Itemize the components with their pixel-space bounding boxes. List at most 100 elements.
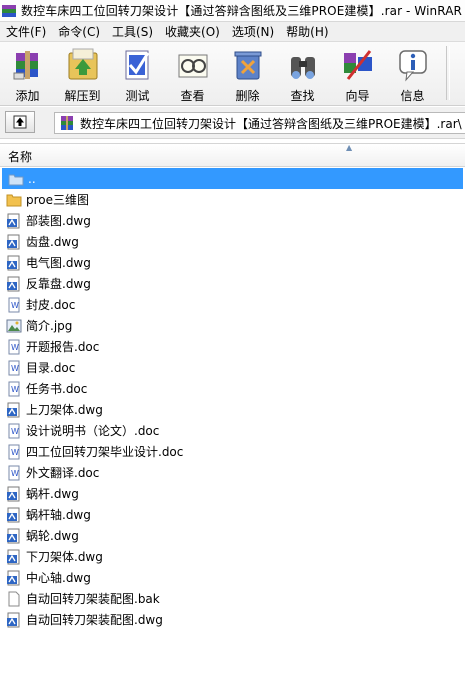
view-label: 查看 (180, 89, 205, 103)
menu-file[interactable]: 文件(F) (0, 23, 52, 40)
file-name: 反靠盘.dwg (26, 277, 91, 291)
doc-file-icon: W (8, 465, 20, 480)
bak-file-icon (8, 591, 20, 606)
delete-button[interactable]: 删除 (220, 42, 275, 104)
file-row[interactable]: W 四工位回转刀架毕业设计.doc (0, 441, 465, 462)
toolbar: 添加 解压到 测试 查看 删除 查找 向导 信息 (0, 42, 465, 106)
info-icon (398, 50, 427, 82)
file-name: proe三维图 (26, 193, 90, 207)
file-row[interactable]: 中心轴.dwg (0, 567, 465, 588)
jpg-file-icon (6, 319, 22, 332)
wizard-icon (343, 50, 372, 80)
file-name: 自动回转刀架装配图.dwg (26, 613, 163, 627)
up-arrow-icon (13, 115, 27, 129)
file-name: 蜗杆.dwg (26, 487, 79, 501)
menu-tools[interactable]: 工具(S) (106, 23, 159, 40)
winrar-app-icon[interactable] (1, 3, 17, 19)
file-row[interactable]: 反靠盘.dwg (0, 273, 465, 294)
add-button[interactable]: 添加 (0, 42, 55, 104)
toolbar-separator (446, 46, 450, 100)
svg-text:W: W (11, 469, 19, 478)
file-name: 部装图.dwg (26, 214, 91, 228)
file-row[interactable]: 齿盘.dwg (0, 231, 465, 252)
doc-file-icon: W (8, 444, 20, 459)
menu-options[interactable]: 选项(N) (226, 23, 280, 40)
menu-help[interactable]: 帮助(H) (280, 23, 334, 40)
svg-text:W: W (11, 448, 19, 457)
test-button[interactable]: 测试 (110, 42, 165, 104)
file-name: 任务书.doc (26, 382, 88, 396)
title-bar[interactable]: 数控车床四工位回转刀架设计【通过答辩含图纸及三维PROE建模】.rar - Wi… (0, 0, 465, 22)
doc-file-icon: W (8, 381, 20, 396)
dwg-file-icon (7, 486, 20, 501)
file-row[interactable]: W 任务书.doc (0, 378, 465, 399)
dwg-file-icon (7, 507, 20, 522)
file-row[interactable]: 上刀架体.dwg (0, 399, 465, 420)
file-row[interactable]: 蜗杆轴.dwg (0, 504, 465, 525)
file-row[interactable]: 自动回转刀架装配图.bak (0, 588, 465, 609)
file-name: 四工位回转刀架毕业设计.doc (26, 445, 184, 459)
dwg-file-icon (7, 213, 20, 228)
wizard-label: 向导 (345, 89, 370, 103)
up-folder-button[interactable] (5, 111, 35, 133)
file-name: 蜗轮.dwg (26, 529, 79, 543)
extract-to-button[interactable]: 解压到 (55, 42, 110, 104)
dwg-file-icon (7, 528, 20, 543)
file-row[interactable]: 自动回转刀架装配图.dwg (0, 609, 465, 630)
file-row[interactable]: W 外文翻译.doc (0, 462, 465, 483)
find-icon (290, 57, 315, 79)
wizard-button[interactable]: 向导 (330, 42, 385, 104)
dwg-file-icon (7, 549, 20, 564)
menu-commands[interactable]: 命令(C) (52, 23, 106, 40)
dwg-file-icon (7, 402, 20, 417)
file-name: 蜗杆轴.dwg (26, 508, 91, 522)
doc-file-icon: W (8, 297, 20, 312)
folder-file-icon (6, 194, 22, 206)
dwg-file-icon (7, 276, 20, 291)
file-name: 封皮.doc (26, 298, 76, 312)
dwg-file-icon (7, 255, 20, 270)
info-button[interactable]: 信息 (385, 42, 440, 104)
doc-file-icon: W (8, 339, 20, 354)
parent-folder-row[interactable]: .. (2, 168, 463, 189)
menu-favorites[interactable]: 收藏夹(O) (159, 23, 226, 40)
file-name: 开题报告.doc (26, 340, 100, 354)
column-header-name[interactable]: 名称 (8, 148, 32, 165)
archive-path: 数控车床四工位回转刀架设计【通过答辩含图纸及三维PROE建模】.rar\ (80, 116, 462, 131)
doc-file-icon: W (8, 423, 20, 438)
file-row[interactable]: W 设计说明书（论文）.doc (0, 420, 465, 441)
column-header-row: 名称 ▲ (0, 143, 465, 167)
file-list[interactable]: .. proe三维图 部装图.dwg 齿盘.dwg 电气图.dwg 反靠盘.dwg W 封皮.… (0, 168, 465, 630)
sort-ascending-icon: ▲ (346, 143, 353, 152)
svg-text:W: W (11, 343, 19, 352)
file-row[interactable]: 简介.jpg (0, 315, 465, 336)
file-row[interactable]: 蜗杆.dwg (0, 483, 465, 504)
file-name: 齿盘.dwg (26, 235, 79, 249)
dwg-file-icon (7, 234, 20, 249)
file-row[interactable]: 下刀架体.dwg (0, 546, 465, 567)
extract-to-label: 解压到 (64, 89, 101, 103)
svg-text:W: W (11, 364, 19, 373)
doc-file-icon: W (8, 360, 20, 375)
find-button[interactable]: 查找 (275, 42, 330, 104)
file-row[interactable]: 电气图.dwg (0, 252, 465, 273)
file-row[interactable]: 蜗轮.dwg (0, 525, 465, 546)
file-row[interactable]: W 封皮.doc (0, 294, 465, 315)
file-row[interactable]: 部装图.dwg (0, 210, 465, 231)
menu-bar: 文件(F) 命令(C) 工具(S) 收藏夹(O) 选项(N) 帮助(H) (0, 22, 465, 42)
find-label: 查找 (290, 89, 315, 103)
file-row[interactable]: proe三维图 (0, 189, 465, 210)
file-name: 目录.doc (26, 361, 76, 375)
view-button[interactable]: 查看 (165, 42, 220, 104)
file-name: 外文翻译.doc (26, 466, 100, 480)
file-row[interactable]: W 开题报告.doc (0, 336, 465, 357)
delete-label: 删除 (235, 89, 260, 103)
file-row[interactable]: W 目录.doc (0, 357, 465, 378)
rar-archive-icon (61, 116, 73, 130)
file-name: 下刀架体.dwg (26, 550, 103, 564)
file-name: 简介.jpg (26, 319, 73, 333)
archive-path-field[interactable]: 数控车床四工位回转刀架设计【通过答辩含图纸及三维PROE建模】.rar\ (54, 112, 465, 134)
view-icon (178, 54, 207, 78)
file-name: 自动回转刀架装配图.bak (26, 592, 160, 606)
window-title: 数控车床四工位回转刀架设计【通过答辩含图纸及三维PROE建模】.rar - Wi… (21, 4, 462, 18)
